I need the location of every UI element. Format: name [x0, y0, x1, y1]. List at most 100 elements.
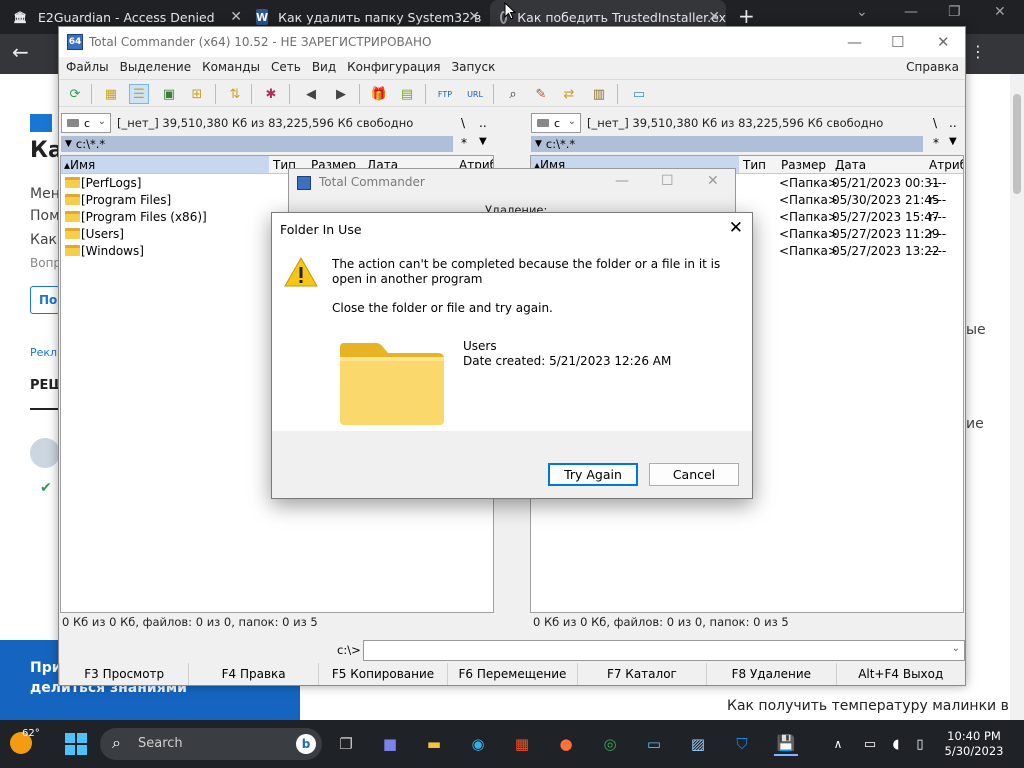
taskbar-search[interactable]: ⌕ Search b: [100, 728, 322, 760]
shield-icon[interactable]: ⛉: [730, 732, 754, 756]
bing-icon[interactable]: b: [296, 734, 316, 754]
f6-move-button[interactable]: F6 Перемещение: [447, 663, 576, 685]
select-group-icon[interactable]: ✱: [261, 84, 281, 104]
menu-commands[interactable]: Команды: [202, 60, 260, 74]
minimize-icon[interactable]: —: [904, 4, 918, 20]
multi-rename-icon[interactable]: ✎: [531, 84, 551, 104]
mouse-cursor-icon: [504, 2, 516, 20]
command-input[interactable]: ⌄: [363, 640, 965, 661]
more-menu-icon[interactable]: ⋮: [970, 42, 986, 61]
right-path-bar[interactable]: ▼ c:\*.*: [531, 136, 923, 152]
col-name[interactable]: ▴ Имя: [61, 156, 269, 173]
firefox-icon[interactable]: ●: [554, 732, 578, 756]
forward-arrow-icon[interactable]: ▶: [331, 84, 351, 104]
close-icon[interactable]: ✕: [994, 4, 1006, 20]
close-tab-icon[interactable]: ✕: [230, 9, 242, 25]
file-explorer-icon[interactable]: ▬: [422, 732, 446, 756]
back-arrow-icon[interactable]: ◀: [301, 84, 321, 104]
unpack-icon[interactable]: ▤: [397, 84, 417, 104]
web-link[interactable]: Как получить температуру малинки в: [727, 698, 1009, 714]
f3-view-button[interactable]: F3 Просмотр: [59, 663, 188, 685]
network-icon[interactable]: ▭: [858, 732, 882, 756]
chevron-down-icon[interactable]: ▼: [479, 136, 487, 147]
start-icon[interactable]: [64, 732, 88, 756]
left-root-button[interactable]: \: [461, 116, 465, 130]
tc-title: Total Commander (x64) 10.52 - НЕ ЗАРЕГИС…: [89, 35, 432, 49]
menu-start[interactable]: Запуск: [451, 60, 495, 74]
menu-help[interactable]: Справка: [906, 60, 959, 74]
minimize-icon[interactable]: —: [847, 33, 862, 51]
menu-configuration[interactable]: Конфигурация: [347, 60, 440, 74]
pack-icon[interactable]: 🎁: [369, 84, 389, 104]
alt-f4-exit-button[interactable]: Alt+F4 Выход: [835, 663, 965, 685]
brief-view-icon[interactable]: ▦: [101, 84, 121, 104]
menu-network[interactable]: Сеть: [271, 60, 301, 74]
left-drive-select[interactable]: c ⌄: [61, 113, 111, 133]
battery-icon[interactable]: ▯: [908, 732, 932, 756]
right-root-button[interactable]: \: [933, 116, 937, 130]
total-commander-taskbar-icon[interactable]: 💾: [774, 732, 798, 756]
scrollbar[interactable]: [1010, 74, 1024, 720]
menu-files[interactable]: Файлы: [66, 60, 109, 74]
close-icon[interactable]: ✕: [937, 33, 950, 51]
web-snippet: Пом: [30, 208, 60, 224]
maximize-icon[interactable]: ☐: [891, 33, 904, 51]
restore-icon[interactable]: ❐: [948, 4, 961, 20]
col-date[interactable]: Дата: [835, 158, 866, 172]
col-attr[interactable]: Атриб: [929, 158, 963, 172]
photos-icon[interactable]: ▨: [686, 732, 710, 756]
speaker-icon[interactable]: ◖: [884, 732, 908, 756]
f8-delete-button[interactable]: F8 Удаление: [706, 663, 835, 685]
col-size[interactable]: Размер: [781, 158, 826, 172]
chevron-up-icon[interactable]: ∧: [826, 732, 850, 756]
edge-icon[interactable]: ◉: [466, 732, 490, 756]
f4-edit-button[interactable]: F4 Правка: [188, 663, 317, 685]
menu-view[interactable]: Вид: [312, 60, 336, 74]
sync-dirs-icon[interactable]: ⇄: [559, 84, 579, 104]
close-tab-icon[interactable]: ✕: [708, 9, 720, 25]
scrollbar-thumb[interactable]: [1013, 94, 1021, 194]
chevron-down-icon[interactable]: ▼: [949, 136, 957, 147]
tree-icon[interactable]: ⊞: [187, 84, 207, 104]
left-filter-star[interactable]: *: [461, 136, 467, 150]
copy-names-icon[interactable]: ▥: [589, 84, 609, 104]
left-path-bar[interactable]: ▼ c:\*.*: [61, 136, 453, 152]
url-icon[interactable]: URL: [465, 84, 485, 104]
f7-mkdir-button[interactable]: F7 Каталог: [576, 663, 706, 685]
try-again-button[interactable]: Try Again: [548, 463, 638, 486]
bank-icon: 🏛: [13, 10, 27, 24]
close-tab-icon[interactable]: ✕: [468, 9, 480, 25]
tab-search-icon[interactable]: ⌄: [856, 4, 868, 20]
right-up-button[interactable]: ..: [949, 116, 957, 130]
task-view-icon[interactable]: ❐: [334, 732, 358, 756]
notepad-icon[interactable]: ▭: [629, 84, 649, 104]
invert-selection-icon[interactable]: ⇅: [225, 84, 245, 104]
close-icon[interactable]: ✕: [729, 218, 743, 238]
search-icon[interactable]: ⌕: [503, 84, 523, 104]
maximize-icon[interactable]: ☐: [661, 173, 674, 189]
clock-date: 5/30/2023: [944, 744, 1004, 758]
refresh-icon[interactable]: ⟳: [65, 84, 85, 104]
minimize-icon[interactable]: —: [615, 173, 629, 189]
right-filter-star[interactable]: *: [933, 136, 939, 150]
web-button[interactable]: Под: [30, 286, 60, 314]
new-tab-icon[interactable]: +: [738, 4, 755, 28]
teams-icon[interactable]: ■: [378, 732, 402, 756]
thumbnails-icon[interactable]: ▣: [159, 84, 179, 104]
taskbar-clock[interactable]: 10:40 PM 5/30/2023: [930, 729, 1018, 759]
back-icon[interactable]: ←: [12, 40, 29, 64]
chevron-down-icon[interactable]: ⌄: [952, 643, 960, 654]
folder-icon: [65, 194, 80, 205]
close-icon[interactable]: ✕: [707, 173, 719, 189]
menu-selection[interactable]: Выделение: [120, 60, 191, 74]
cancel-button[interactable]: Cancel: [649, 463, 739, 486]
left-up-button[interactable]: ..: [479, 116, 487, 130]
col-type[interactable]: Тип: [743, 158, 766, 172]
right-drive-select[interactable]: c ⌄: [531, 113, 581, 133]
app-icon[interactable]: ▭: [642, 732, 666, 756]
f5-copy-button[interactable]: F5 Копирование: [317, 663, 447, 685]
detailed-view-icon[interactable]: ☰: [129, 84, 149, 104]
store-icon[interactable]: ▦: [510, 732, 534, 756]
chrome-icon[interactable]: ◎: [598, 732, 622, 756]
ftp-icon[interactable]: FTP: [435, 84, 455, 104]
